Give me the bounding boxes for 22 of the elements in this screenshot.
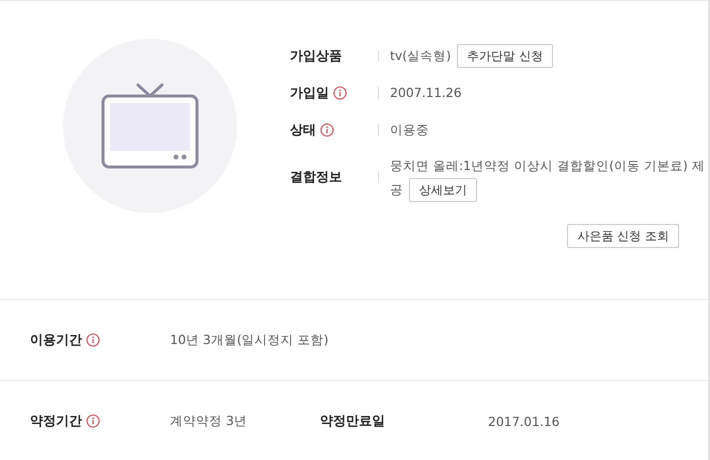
row-value: 10년 3개월(일시정지 포함) (170, 332, 329, 348)
field-value: tv(실속형) 추가단말 신청 (390, 44, 708, 68)
row-label: 약정기간 (30, 413, 82, 430)
row-value: 계약약정 3년 (170, 412, 248, 430)
info-icon[interactable] (86, 333, 100, 347)
field-label: 결합정보 (290, 169, 342, 186)
field-label: 가입상품 (290, 48, 342, 65)
field-value: 2007.11.26 (390, 84, 463, 102)
tv-icon (101, 83, 199, 169)
row-label: 약정만료일 (320, 413, 385, 430)
info-icon[interactable] (333, 86, 347, 100)
action-button[interactable]: 추가단말 신청 (457, 44, 553, 68)
field-label: 가입일 (290, 85, 329, 102)
row-label: 이용기간 (30, 332, 82, 349)
row-value: 2017.01.16 (488, 414, 561, 428)
action-button[interactable]: 상세보기 (409, 178, 477, 202)
gift-inquiry-button[interactable]: 사은품 신청 조회 (567, 224, 679, 248)
field-value: 이용중 (390, 121, 430, 139)
field-value: 뭉치면 올레:1년약정 이상시 결합할인(이동 기본료) 제공 상세보기 (390, 154, 708, 202)
field-label: 상태 (290, 122, 316, 139)
info-icon[interactable] (320, 123, 334, 137)
info-icon[interactable] (86, 414, 100, 428)
